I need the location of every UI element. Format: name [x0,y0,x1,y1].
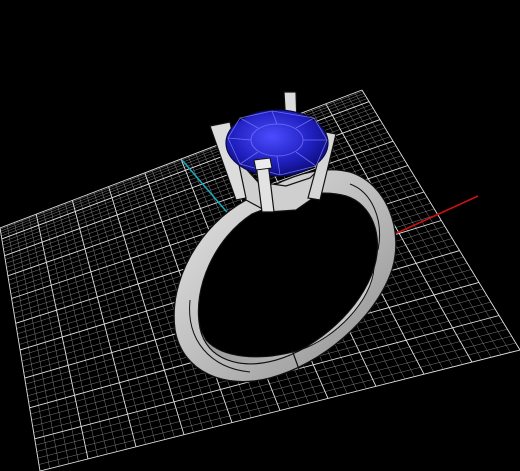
solitaire-ring-model[interactable] [173,91,397,383]
round-gemstone[interactable] [225,109,329,177]
scene-canvas[interactable] [0,0,520,471]
grid-line-depth-13 [93,192,166,440]
gem-crown [225,109,329,177]
3d-viewport[interactable] [0,0,520,471]
grid-line-depth-15 [108,186,185,435]
prong-front-tip [253,157,273,171]
